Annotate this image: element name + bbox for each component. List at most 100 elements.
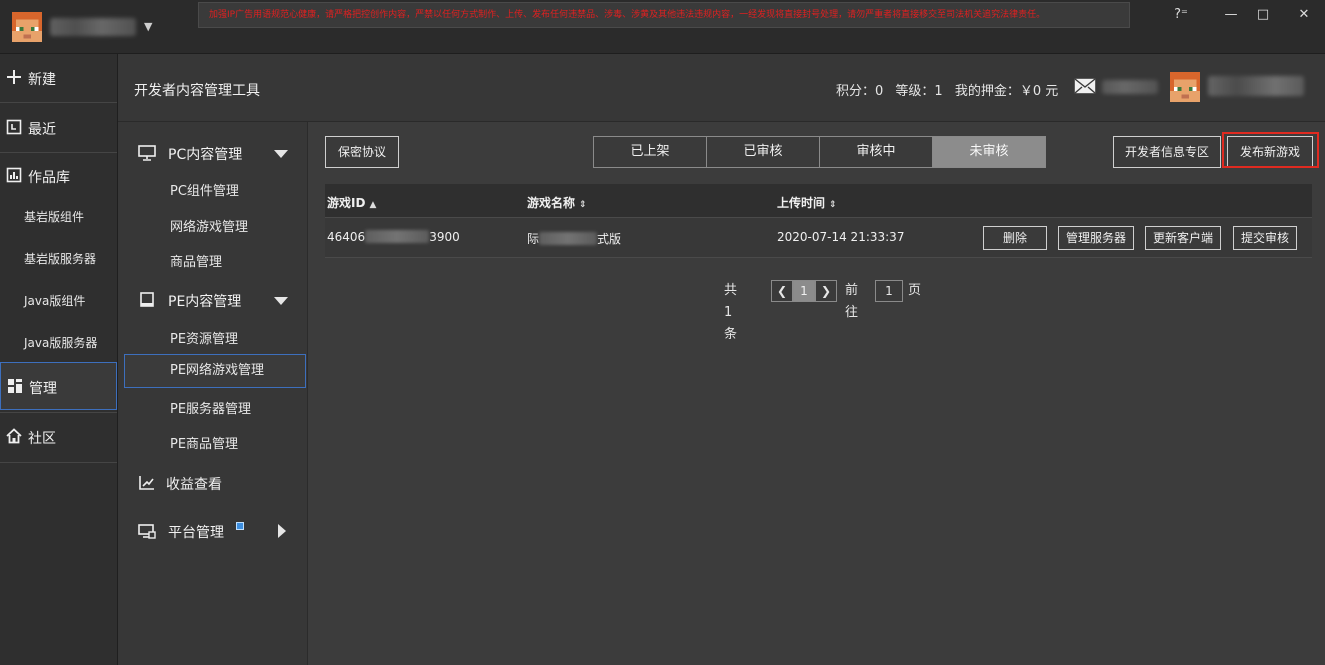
- tablet-icon: [140, 292, 154, 307]
- goto-page-input[interactable]: 1: [875, 280, 903, 302]
- col-game-name[interactable]: 游戏名称 ⇕: [527, 194, 587, 211]
- pe-group-caret-icon[interactable]: [274, 297, 288, 305]
- game-id-cell: 46406 3900: [327, 230, 460, 244]
- game-name-prefix: 际: [527, 232, 540, 246]
- update-client-button[interactable]: 更新客户端: [1145, 226, 1221, 250]
- tab-approved[interactable]: 已审核: [707, 137, 820, 167]
- avatar[interactable]: [12, 12, 42, 42]
- sort-icon[interactable]: ⇕: [829, 200, 837, 210]
- game-id-prefix: 46406: [327, 230, 366, 244]
- subnav-pe-network-game[interactable]: PE网络游戏管理: [124, 354, 306, 388]
- highlight-box: [1222, 132, 1319, 168]
- redacted-mask: [365, 230, 430, 243]
- income-label: 收益查看: [166, 477, 222, 493]
- subnav-pe-goods[interactable]: PE商品管理: [170, 433, 238, 452]
- pagination-total: 共 1 条: [724, 283, 738, 342]
- subnav-pe-resource[interactable]: PE资源管理: [170, 328, 238, 347]
- nav-recent-label: 最近: [28, 122, 56, 138]
- nav-library-label: 作品库: [28, 170, 70, 186]
- close-icon[interactable]: ✕: [1293, 6, 1315, 24]
- library-icon: [6, 167, 22, 183]
- games-table: 游戏ID ▲ 游戏名称 ⇕ 上传时间 ⇕ 46406 3900 际式版 2020-07-…: [325, 184, 1312, 258]
- main-content: 保密协议 已上架 已审核 审核中 未审核 开发者信息专区 发布新游戏 游戏ID ▲…: [309, 122, 1325, 665]
- nav-manage-label: 管理: [29, 381, 57, 397]
- nav-bedrock-server[interactable]: 基岩版服务器: [24, 250, 96, 267]
- page-number[interactable]: 1: [793, 280, 815, 302]
- title-bar: ▼ 加强IP广告用语规范心健康，请严格把控创作内容，严禁以任何方式制作、上传、发…: [0, 0, 1325, 54]
- game-name-suffix: 式版: [597, 232, 622, 246]
- nav-library[interactable]: 作品库: [0, 152, 117, 200]
- points-label: 积分：0: [836, 84, 884, 99]
- platform-icon: [138, 524, 156, 539]
- nav-manage[interactable]: 管理: [0, 362, 117, 410]
- nav-recent[interactable]: 最近: [0, 104, 117, 152]
- col-game-name-label: 游戏名称: [527, 196, 576, 210]
- notification-dot-icon: [236, 522, 244, 530]
- platform-caret-icon[interactable]: [278, 524, 286, 538]
- nav-bedrock-component[interactable]: 基岩版组件: [24, 208, 84, 225]
- table-row: 46406 3900 际 式版 2020-07-14 21:33:37 删除 管理服…: [325, 218, 1312, 258]
- col-game-id[interactable]: 游戏ID ▲: [327, 194, 376, 211]
- col-upload-time[interactable]: 上传时间 ⇕: [777, 194, 837, 211]
- avatar[interactable]: [1170, 72, 1200, 102]
- tab-unreviewed[interactable]: 未审核: [933, 137, 1045, 167]
- home-icon: [6, 428, 22, 444]
- page-unit-label: 页: [908, 283, 922, 298]
- notice-banner: 加强IP广告用语规范心健康，请严格把控创作内容，严禁以任何方式制作、上传、发布任…: [198, 2, 1130, 28]
- monitor-icon: [138, 145, 156, 161]
- tab-reviewing[interactable]: 审核中: [820, 137, 933, 167]
- tab-listed[interactable]: 已上架: [594, 137, 707, 167]
- game-id-suffix: 3900: [429, 230, 460, 244]
- deposit-label: 我的押金：￥0 元: [954, 84, 1059, 99]
- game-name-cell: 际 式版: [527, 230, 621, 247]
- nav-java-component[interactable]: Java版组件: [24, 292, 85, 309]
- nav-new[interactable]: 新建: [0, 54, 117, 102]
- upload-time-cell: 2020-07-14 21:33:37: [777, 230, 905, 244]
- next-page-icon[interactable]: ❯: [815, 280, 837, 302]
- username-redacted: [50, 18, 136, 36]
- manage-server-button[interactable]: 管理服务器: [1058, 226, 1134, 250]
- level-label: 等级：1: [895, 84, 943, 99]
- nav-java-server[interactable]: Java版服务器: [24, 334, 97, 351]
- message-count-redacted: [1102, 80, 1158, 94]
- nav-community[interactable]: 社区: [0, 413, 117, 461]
- prev-page-icon[interactable]: ❮: [771, 280, 793, 302]
- sort-asc-icon[interactable]: ▲: [369, 200, 376, 210]
- platform-label: 平台管理: [168, 525, 224, 541]
- left-nav: 新建 最近 作品库 基岩版组件 基岩版服务器 Java版组件 Java版服务器 …: [0, 54, 118, 665]
- subnav-goods[interactable]: 商品管理: [170, 251, 222, 270]
- user-menu-caret-icon[interactable]: ▼: [144, 20, 152, 33]
- app-window: ▼ 加强IP广告用语规范心健康，请严格把控创作内容，严禁以任何方式制作、上传、发…: [0, 0, 1325, 665]
- subnav-pc-component[interactable]: PC组件管理: [170, 180, 239, 199]
- plus-icon: [7, 70, 21, 84]
- subnav-network-game[interactable]: 网络游戏管理: [170, 216, 248, 235]
- manage-icon: [8, 379, 22, 393]
- goto-label: 前往: [845, 283, 859, 320]
- nav-new-label: 新建: [28, 72, 56, 88]
- redacted-mask: [539, 232, 598, 245]
- nav-community-label: 社区: [28, 431, 56, 447]
- page-title: 开发者内容管理工具: [134, 83, 260, 99]
- agreement-button[interactable]: 保密协议: [325, 136, 399, 168]
- status-tabs: 已上架 已审核 审核中 未审核: [593, 136, 1046, 168]
- subnav-pe-server[interactable]: PE服务器管理: [170, 398, 251, 417]
- chart-icon: [139, 476, 154, 490]
- sort-icon[interactable]: ⇕: [579, 200, 587, 210]
- help-icon[interactable]: ?⁼: [1170, 6, 1192, 24]
- pe-content-label: PE内容管理: [168, 294, 242, 310]
- recent-icon: [6, 119, 22, 135]
- pc-group-caret-icon[interactable]: [274, 150, 288, 158]
- delete-button[interactable]: 删除: [983, 226, 1047, 250]
- content-header: 开发者内容管理工具 积分：0 等级：1 我的押金：￥0 元: [118, 54, 1325, 122]
- maximize-icon[interactable]: □: [1252, 6, 1274, 24]
- developer-zone-button[interactable]: 开发者信息专区: [1113, 136, 1221, 168]
- mail-icon[interactable]: [1074, 78, 1096, 94]
- account-stats: 积分：0 等级：1 我的押金：￥0 元: [836, 80, 1066, 99]
- content-subnav: PC内容管理 PC组件管理 网络游戏管理 商品管理 PE内容管理 PE资源管理 …: [118, 122, 308, 665]
- username-redacted: [1208, 76, 1304, 96]
- submit-review-button[interactable]: 提交审核: [1233, 226, 1297, 250]
- col-game-id-label: 游戏ID: [327, 196, 366, 210]
- minimize-icon[interactable]: —: [1220, 6, 1242, 24]
- table-header: 游戏ID ▲ 游戏名称 ⇕ 上传时间 ⇕: [325, 184, 1312, 218]
- col-upload-time-label: 上传时间: [777, 196, 826, 210]
